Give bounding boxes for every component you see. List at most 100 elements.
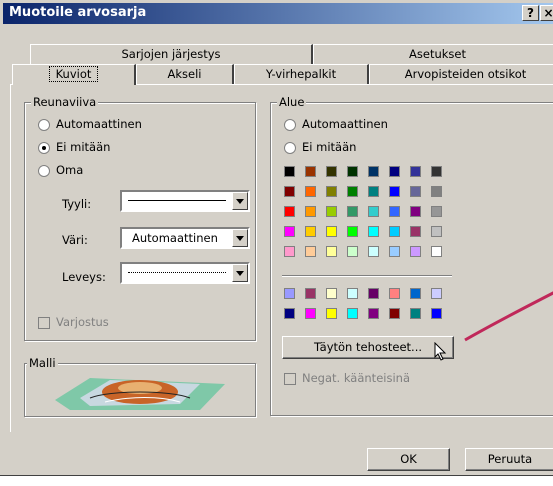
border-custom-radio[interactable] (38, 165, 50, 177)
color-swatch[interactable] (410, 246, 421, 257)
color-swatch[interactable] (305, 186, 316, 197)
cancel-button[interactable]: Peruuta (465, 448, 553, 471)
color-swatch[interactable] (368, 246, 379, 257)
color-swatch[interactable] (368, 288, 379, 299)
fill-effects-button[interactable]: Täytön tehosteet... (282, 336, 454, 359)
color-swatch[interactable] (410, 226, 421, 237)
title-bar[interactable]: Muotoile arvosarja ? × (3, 3, 553, 24)
color-swatch[interactable] (284, 288, 295, 299)
color-swatch[interactable] (389, 308, 400, 319)
color-swatch[interactable] (326, 288, 337, 299)
callout-arrow-line (464, 291, 553, 342)
tab-data-labels[interactable]: Arvopisteiden otsikot (369, 64, 553, 84)
area-none-label: Ei mitään (302, 140, 357, 154)
color-swatch[interactable] (431, 226, 442, 237)
color-dropdown[interactable]: Automaattinen (120, 227, 250, 249)
color-swatch[interactable] (284, 206, 295, 217)
color-swatch[interactable] (368, 206, 379, 217)
shadow-checkbox[interactable] (38, 317, 50, 329)
border-group: Reunaviiva (24, 95, 256, 341)
color-swatch[interactable] (410, 186, 421, 197)
color-swatch[interactable] (284, 166, 295, 177)
color-swatch[interactable] (305, 166, 316, 177)
color-swatch[interactable] (389, 246, 400, 257)
format-series-dialog: Muotoile arvosarja ? × Sarjojen järjesty… (0, 0, 553, 476)
ok-button[interactable]: OK (367, 448, 450, 471)
color-swatch[interactable] (368, 226, 379, 237)
invert-checkbox[interactable] (284, 373, 296, 385)
color-swatch[interactable] (410, 206, 421, 217)
color-swatch[interactable] (284, 246, 295, 257)
color-swatch[interactable] (410, 308, 421, 319)
chevron-down-icon[interactable] (232, 229, 248, 247)
color-swatch[interactable] (368, 186, 379, 197)
style-label: Tyyli: (62, 197, 92, 211)
color-swatch[interactable] (347, 166, 358, 177)
color-swatch[interactable] (431, 166, 442, 177)
chevron-down-icon[interactable] (232, 192, 248, 210)
color-swatch[interactable] (431, 186, 442, 197)
color-swatch[interactable] (326, 186, 337, 197)
color-swatch[interactable] (347, 246, 358, 257)
tab-y-error-bars[interactable]: Y-virhepalkit (234, 64, 369, 84)
color-swatch[interactable] (326, 246, 337, 257)
color-swatch[interactable] (347, 226, 358, 237)
style-dropdown[interactable] (120, 190, 250, 212)
color-label: Väri: (62, 233, 88, 247)
color-swatch[interactable] (431, 308, 442, 319)
tab-options[interactable]: Asetukset (313, 44, 553, 64)
color-swatch[interactable] (410, 166, 421, 177)
tab-axis[interactable]: Akseli (136, 64, 234, 84)
color-swatch[interactable] (305, 308, 316, 319)
tab-patterns[interactable]: Kuviot (12, 64, 136, 85)
sample-group-title: Malli (27, 356, 58, 370)
area-auto-label: Automaattinen (302, 117, 388, 131)
color-swatch[interactable] (389, 206, 400, 217)
tab-series-order[interactable]: Sarjojen järjestys (30, 44, 313, 64)
color-swatch[interactable] (368, 166, 379, 177)
color-swatch[interactable] (431, 206, 442, 217)
border-auto-radio[interactable] (38, 119, 50, 131)
color-swatch[interactable] (368, 308, 379, 319)
line-weight-preview (128, 272, 226, 273)
border-none-radio[interactable] (38, 142, 50, 154)
color-swatch[interactable] (389, 186, 400, 197)
palette-separator (282, 275, 452, 277)
shadow-label: Varjostus (56, 315, 109, 329)
color-swatch[interactable] (389, 226, 400, 237)
color-swatch[interactable] (347, 288, 358, 299)
color-swatch[interactable] (389, 288, 400, 299)
color-swatch[interactable] (431, 246, 442, 257)
color-swatch[interactable] (326, 226, 337, 237)
color-swatch[interactable] (347, 206, 358, 217)
color-swatch[interactable] (305, 288, 316, 299)
color-swatch[interactable] (326, 308, 337, 319)
dialog-title: Muotoile arvosarja (9, 5, 147, 20)
chevron-down-icon[interactable] (232, 264, 248, 282)
color-swatch[interactable] (347, 186, 358, 197)
color-swatch[interactable] (305, 246, 316, 257)
mouse-pointer-icon (434, 342, 447, 361)
border-auto-label: Automaattinen (56, 117, 142, 131)
color-swatch[interactable] (347, 308, 358, 319)
close-button[interactable]: × (540, 5, 553, 21)
color-swatch[interactable] (284, 186, 295, 197)
color-swatch[interactable] (410, 288, 421, 299)
color-swatch[interactable] (284, 308, 295, 319)
area-none-radio[interactable] (284, 142, 296, 154)
color-swatch[interactable] (389, 166, 400, 177)
color-swatch[interactable] (431, 288, 442, 299)
invert-label: Negat. käänteisinä (302, 371, 410, 385)
line-style-preview (128, 200, 226, 201)
border-group-title: Reunaviiva (31, 95, 99, 109)
help-button[interactable]: ? (522, 5, 539, 21)
color-swatch[interactable] (305, 206, 316, 217)
color-swatch[interactable] (284, 226, 295, 237)
color-swatch[interactable] (326, 166, 337, 177)
border-custom-label: Oma (56, 163, 84, 177)
color-swatch[interactable] (326, 206, 337, 217)
weight-dropdown[interactable] (120, 262, 250, 284)
area-auto-radio[interactable] (284, 119, 296, 131)
color-dropdown-value: Automaattinen (132, 231, 218, 245)
color-swatch[interactable] (305, 226, 316, 237)
